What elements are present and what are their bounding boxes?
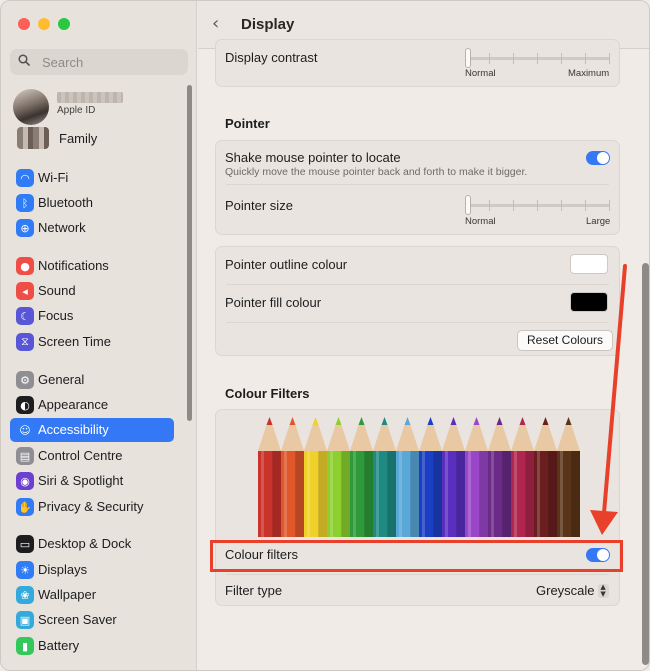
settings-window: Search Apple ID Family ◠ Wi-Fi ᛒ Bluetooth ⊕… bbox=[0, 0, 650, 671]
annotation-arrow bbox=[590, 264, 627, 535]
